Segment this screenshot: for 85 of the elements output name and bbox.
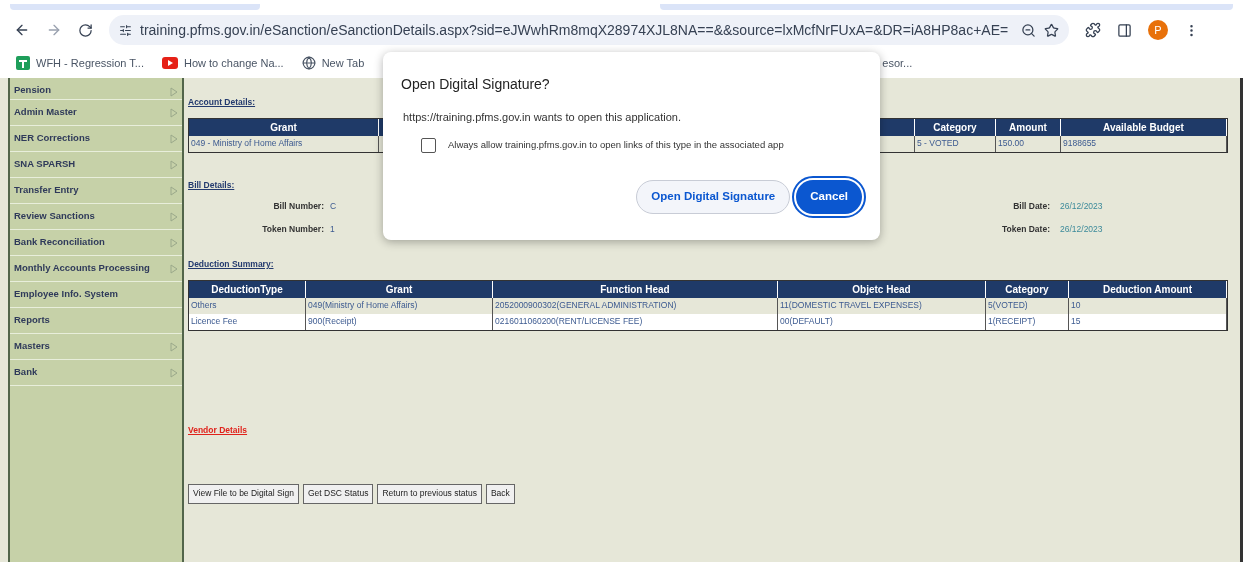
globe-icon <box>301 56 316 70</box>
sidebar-item[interactable]: Masters <box>10 334 182 360</box>
dialog-message: https://training.pfms.gov.in wants to open this application. <box>403 110 682 125</box>
table-cell: 5(VOTED) <box>986 297 1069 314</box>
bookmark-label[interactable]: New Tab <box>321 54 365 72</box>
table-cell: 049(Ministry of Home Affairs) <box>306 297 493 314</box>
table-cell: 049 - Ministry of Home Affairs <box>189 135 379 152</box>
table-cell: 900(Receipt) <box>306 313 493 330</box>
field-value: 1 <box>330 223 336 236</box>
table-cell: 2052000900302(GENERAL ADMINISTRATION) <box>493 297 778 314</box>
action-button[interactable]: Get DSC Status <box>302 483 374 504</box>
zoom-icon[interactable] <box>1021 22 1036 38</box>
submenu-arrow-icon <box>170 211 178 222</box>
reload-icon[interactable] <box>78 22 93 38</box>
submenu-arrow-icon <box>170 341 178 352</box>
back-icon[interactable] <box>14 22 30 38</box>
field-label: Bill Date: <box>1012 199 1050 213</box>
table-cell: 1(RECEIPT) <box>986 313 1069 330</box>
column-header: DeductionType <box>189 280 306 298</box>
sidebar-item[interactable]: Employee Info. System <box>10 282 182 308</box>
field-value: 26/12/2023 <box>1060 223 1103 236</box>
column-header: Amount <box>996 118 1061 136</box>
table-cell: 0216011060200(RENT/LICENSE FEE) <box>493 313 778 330</box>
column-header: Grant <box>306 280 493 298</box>
column-header: Objetc Head <box>778 280 986 298</box>
dialog-button[interactable]: Open Digital Signature <box>636 179 791 214</box>
submenu-arrow-icon <box>170 237 178 248</box>
field-label: Bill Number: <box>272 199 324 213</box>
extensions-icon[interactable] <box>1085 22 1101 38</box>
submenu-arrow-icon <box>170 367 178 378</box>
sidebar-item[interactable]: Bank Reconciliation <box>10 230 182 256</box>
bookmark-star-icon[interactable] <box>1044 22 1059 38</box>
table-cell: Others <box>189 297 306 314</box>
submenu-arrow-icon <box>170 133 178 144</box>
table-cell: 5 - VOTED <box>915 135 996 152</box>
bookmark-label[interactable]: WFH - Regression T... <box>36 54 144 72</box>
table-cell: 00(DEFAULT) <box>778 313 986 330</box>
table-cell: 15 <box>1069 313 1227 330</box>
section-heading: Bill Details: <box>188 178 236 192</box>
sidebar-item[interactable]: NER Corrections <box>10 126 182 152</box>
submenu-arrow-icon <box>170 87 178 97</box>
checkbox-label: Always allow training.pfms.gov.in to open links of this type in the associated app <box>448 137 784 152</box>
column-header: Available Budget <box>1061 118 1227 136</box>
submenu-arrow-icon <box>170 159 178 170</box>
bookmark-label[interactable]: How to change Na... <box>184 54 284 72</box>
sidebar-item[interactable]: Reports <box>10 308 182 334</box>
column-header: Function Head <box>493 280 778 298</box>
field-value: C <box>330 199 338 213</box>
sidebar-item[interactable]: Transfer Entry <box>10 178 182 204</box>
action-button[interactable]: Back <box>485 483 515 504</box>
field-value: 26/12/2023 <box>1060 199 1103 213</box>
play-icon <box>162 57 178 69</box>
action-button[interactable]: Return to previous status <box>377 483 482 504</box>
column-header: Grant <box>189 118 379 136</box>
address-bar[interactable]: training.pfms.gov.in/eSanction/eSanctionDetails.aspx?sid=eJWwhRm8mqX28974XJL8NA==&&source=lxMcfNrFUxA=&DR=iA8HP8ac+AE= <box>109 15 1069 45</box>
always-allow-checkbox[interactable] <box>421 137 436 153</box>
table-cell: 10 <box>1069 297 1227 314</box>
submenu-arrow-icon <box>170 107 178 118</box>
action-button[interactable]: View File to be Digital Sign <box>188 483 299 504</box>
column-header: Category <box>986 280 1069 298</box>
bookmark-label[interactable]: esor... <box>882 54 913 72</box>
sidebar-item[interactable]: Admin Master <box>10 100 182 126</box>
column-header: Deduction Amount <box>1069 280 1227 298</box>
table-cell: Licence Fee <box>189 313 306 330</box>
sidebar-item[interactable]: SNA SPARSH <box>10 152 182 178</box>
dialog-title: Open Digital Signature? <box>401 75 551 94</box>
sidebar-item[interactable]: Review Sanctions <box>10 204 182 230</box>
side-panel-icon[interactable] <box>1117 22 1132 38</box>
section-heading: Deduction Summary: <box>188 258 275 271</box>
submenu-arrow-icon <box>170 263 178 274</box>
site-settings-icon[interactable] <box>119 23 132 37</box>
field-label: Token Number: <box>261 223 324 236</box>
sidebar-item[interactable]: Monthly Accounts Processing <box>10 256 182 282</box>
sidebar-item[interactable]: Bank <box>10 360 182 386</box>
url-text: training.pfms.gov.in/eSanction/eSanctionDetails.aspx?sid=eJWwhRm8mqX28974XJL8NA==&&source=lxMcfNrFUxA=&DR=iA8HP8ac+AE= <box>140 20 1010 40</box>
section-heading: Account Details: <box>188 96 257 109</box>
field-label: Token Date: <box>1000 223 1050 236</box>
vendor-details-link[interactable]: Vendor Details <box>188 423 248 437</box>
column-header: Category <box>915 118 996 136</box>
spreadsheet-icon <box>16 56 30 70</box>
table-cell: 11(DOMESTIC TRAVEL EXPENSES) <box>778 297 986 314</box>
submenu-arrow-icon <box>170 185 178 196</box>
sidebar-item[interactable]: Pension <box>10 78 182 100</box>
table-cell: 9188655 <box>1061 135 1227 152</box>
table-cell: 150.00 <box>996 135 1061 152</box>
